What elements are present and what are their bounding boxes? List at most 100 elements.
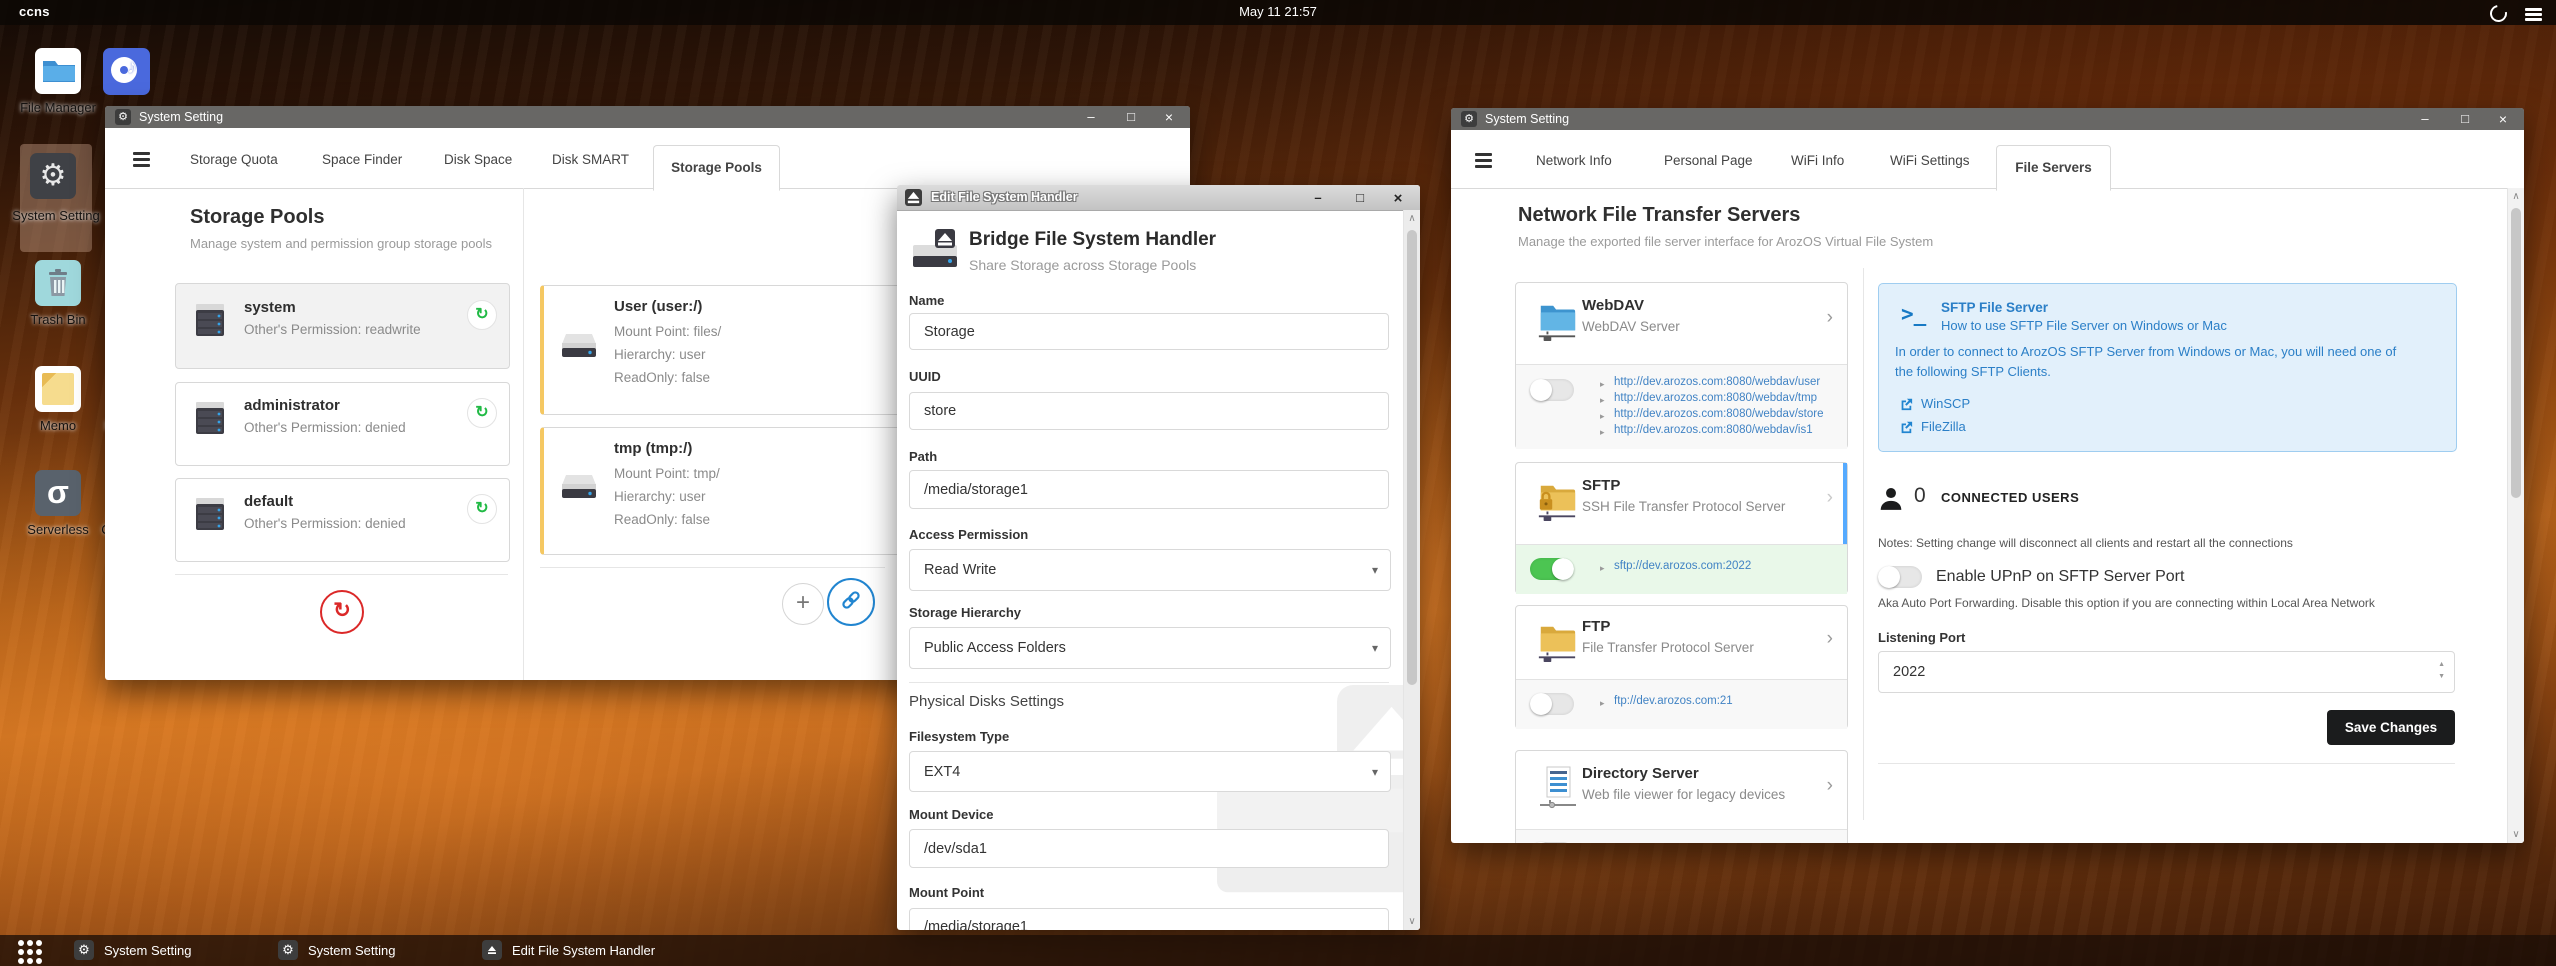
scrollbar-thumb[interactable] — [2511, 208, 2521, 498]
tab-wifi-settings[interactable]: WiFi Settings — [1890, 153, 1970, 168]
path-field — [909, 470, 1389, 509]
storage-pool-card-default[interactable]: default Other's Permission: denied ↻ — [175, 478, 510, 562]
storage-hierarchy-dropdown[interactable]: Public Access Folders ▾ — [909, 627, 1391, 669]
upnp-label: Enable UPnP on SFTP Server Port — [1936, 568, 2185, 585]
task-item-system-setting-2[interactable]: ⚙ System Setting — [274, 935, 469, 966]
close-button[interactable]: × — [2495, 111, 2511, 127]
server-rack-icon — [194, 496, 226, 537]
tab-disk-smart[interactable]: Disk SMART — [552, 152, 629, 167]
hamburger-menu-icon[interactable] — [1475, 153, 1492, 156]
sftp-status-section: ▸ sftp://dev.arozos.com:2022 — [1516, 544, 1847, 594]
refresh-pools-button[interactable]: ↻ — [320, 590, 364, 634]
chevron-right-icon[interactable]: › — [1827, 775, 1833, 797]
winscp-link[interactable]: WinSCP — [1921, 396, 1970, 411]
minimize-button[interactable]: – — [2417, 111, 2433, 126]
scrollbar[interactable]: ∧ ∨ — [1403, 210, 1420, 930]
drive-watermark-icon — [1217, 685, 1420, 930]
tab-wifi-info[interactable]: WiFi Info — [1791, 153, 1844, 168]
section-label: Physical Disks Settings — [909, 693, 1065, 710]
hamburger-menu-icon[interactable] — [133, 152, 150, 155]
path-input[interactable] — [909, 470, 1389, 509]
ftp-card[interactable]: FTP File Transfer Protocol Server › ▸ ft… — [1515, 605, 1848, 729]
drive-icon — [560, 473, 598, 506]
webdav-url-link[interactable]: http://dev.arozos.com:8080/webdav/tmp — [1614, 392, 1817, 404]
listening-port-label: Listening Port — [1878, 630, 1966, 645]
uuid-input[interactable] — [909, 392, 1389, 430]
caret-down-icon: ▾ — [1371, 641, 1378, 655]
tab-storage-quota[interactable]: Storage Quota — [190, 152, 278, 167]
divider — [909, 682, 1389, 683]
gear-icon: ⚙ — [115, 109, 131, 125]
page-subtitle: Manage system and permission group stora… — [190, 236, 493, 251]
mount-device-input[interactable] — [909, 829, 1389, 868]
minimize-button[interactable]: – — [1083, 109, 1099, 124]
desktop-icon-system-setting[interactable]: ⚙ System Setting — [12, 144, 100, 252]
window-title: Edit File System Handler — [931, 190, 1078, 204]
chevron-right-icon[interactable]: › — [1827, 628, 1833, 650]
tab-storage-pools[interactable]: Storage Pools — [653, 145, 780, 191]
tab-disk-space[interactable]: Disk Space — [444, 152, 512, 167]
tab-file-servers[interactable]: File Servers — [1996, 145, 2111, 191]
link-icon — [842, 591, 860, 609]
scrollbar-thumb[interactable] — [1407, 230, 1417, 685]
sync-icon[interactable]: ↻ — [467, 300, 497, 330]
upnp-toggle[interactable] — [1878, 566, 1922, 588]
tab-space-finder[interactable]: Space Finder — [322, 152, 402, 167]
name-input[interactable] — [909, 313, 1389, 350]
access-permission-dropdown[interactable]: Read Write ▾ — [909, 549, 1391, 591]
app-launcher-icon[interactable] — [18, 940, 24, 946]
titlebar[interactable]: ⚙ System Setting – □ × — [105, 106, 1190, 128]
webdav-card[interactable]: WebDAV WebDAV Server › ▸ http://dev.aroz… — [1515, 282, 1848, 449]
webdav-url-link[interactable]: http://dev.arozos.com:8080/webdav/user — [1614, 376, 1820, 388]
chevron-right-icon[interactable]: › — [1827, 307, 1833, 329]
filesystem-type-dropdown[interactable]: EXT4 ▾ — [909, 751, 1391, 792]
window-title: System Setting — [1485, 112, 1570, 126]
page-title: Network File Transfer Servers — [1518, 204, 1801, 226]
task-item-system-setting-1[interactable]: ⚙ System Setting — [70, 935, 265, 966]
ftp-url-link[interactable]: ftp://dev.arozos.com:21 — [1614, 695, 1733, 707]
ftp-toggle[interactable] — [1530, 693, 1574, 715]
bridge-link-button[interactable] — [827, 578, 875, 626]
mount-point-input[interactable] — [909, 908, 1389, 930]
close-button[interactable]: × — [1390, 190, 1406, 207]
filezilla-link[interactable]: FileZilla — [1921, 419, 1966, 434]
task-item-edit-fsh[interactable]: Edit File System Handler — [478, 935, 728, 966]
maximize-button[interactable]: □ — [2457, 111, 2473, 126]
maximize-button[interactable]: □ — [1352, 190, 1368, 205]
sftp-url-link[interactable]: sftp://dev.arozos.com:2022 — [1614, 560, 1751, 572]
bridge-fsh-icon — [913, 229, 957, 276]
listening-port-input[interactable] — [1878, 651, 2455, 693]
sftp-toggle[interactable] — [1530, 558, 1574, 580]
titlebar[interactable]: Edit File System Handler – □ × — [897, 185, 1420, 211]
divider — [1878, 763, 2455, 764]
info-body: In order to connect to ArozOS SFTP Serve… — [1895, 344, 2397, 359]
sync-icon[interactable]: ↻ — [467, 494, 497, 524]
storage-pool-card-system[interactable]: system Other's Permission: readwrite ↻ — [175, 283, 510, 369]
scrollbar[interactable]: ∧ ∨ — [2507, 188, 2524, 843]
music-app-icon[interactable]: ♪ — [103, 48, 150, 95]
minimize-button[interactable]: – — [1310, 190, 1326, 205]
webdav-url-link[interactable]: http://dev.arozos.com:8080/webdav/store — [1614, 408, 1823, 420]
taskbar: ⚙ System Setting ⚙ System Setting Edit F… — [0, 935, 2556, 966]
maximize-button[interactable]: □ — [1123, 109, 1139, 124]
save-changes-button[interactable]: Save Changes — [2327, 710, 2455, 745]
upnp-description: Aka Auto Port Forwarding. Disable this o… — [1878, 596, 2375, 610]
clock: May 11 21:57 — [1239, 4, 1317, 19]
sync-icon[interactable]: ↻ — [467, 398, 497, 428]
directory-server-card[interactable]: Directory Server Web file viewer for leg… — [1515, 750, 1848, 843]
number-stepper[interactable]: ▲ ▼ — [2438, 659, 2445, 683]
sftp-card[interactable]: SFTP SSH File Transfer Protocol Server ›… — [1515, 462, 1848, 594]
directory-toggle[interactable] — [1530, 842, 1574, 843]
chevron-right-icon[interactable]: › — [1827, 487, 1833, 509]
add-handler-button[interactable]: + — [782, 583, 824, 625]
column-divider — [523, 188, 524, 680]
menu-icon[interactable] — [2525, 8, 2542, 11]
tab-personal-page[interactable]: Personal Page — [1664, 153, 1753, 168]
tab-network-info[interactable]: Network Info — [1536, 153, 1612, 168]
titlebar[interactable]: ⚙ System Setting – □ × — [1451, 108, 2524, 130]
close-button[interactable]: × — [1161, 109, 1177, 125]
webdav-url-link[interactable]: http://dev.arozos.com:8080/webdav/is1 — [1614, 424, 1813, 436]
storage-pool-card-administrator[interactable]: administrator Other's Permission: denied… — [175, 382, 510, 466]
column-divider — [1863, 268, 1864, 820]
webdav-toggle[interactable] — [1530, 379, 1574, 401]
